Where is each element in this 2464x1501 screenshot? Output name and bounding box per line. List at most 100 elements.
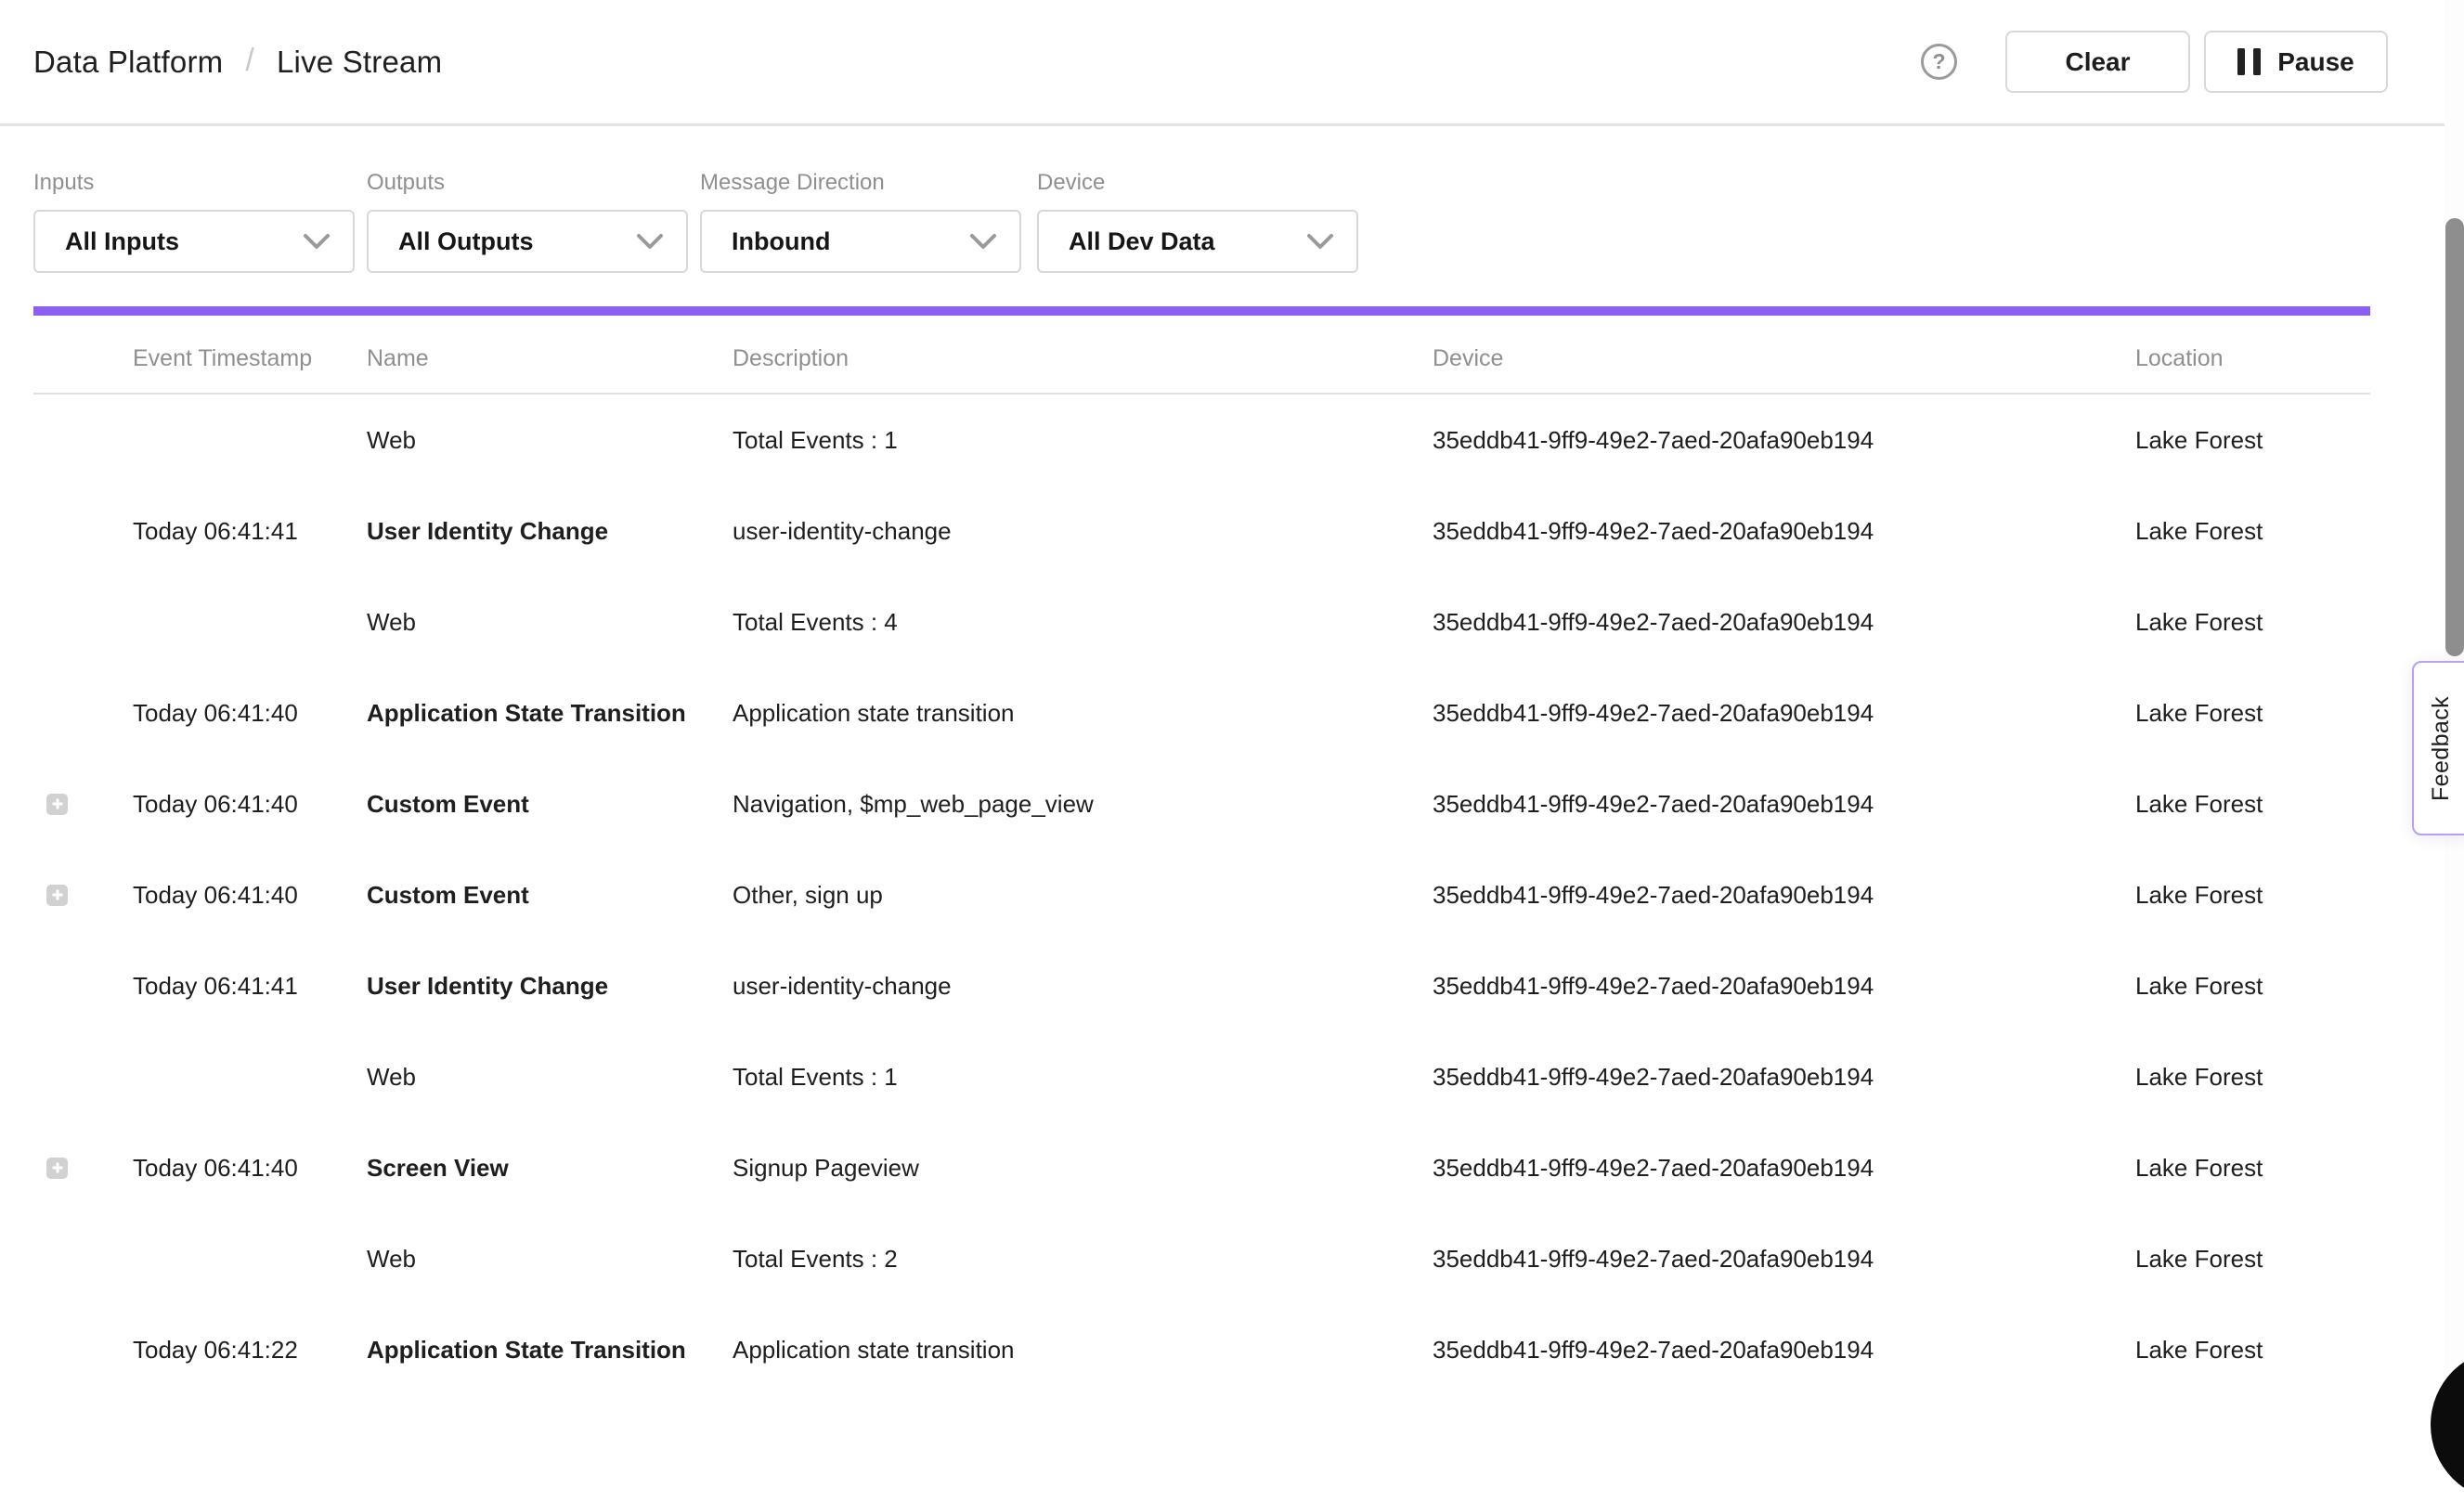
feedback-tab[interactable]: Feedback [2412, 661, 2464, 835]
location-cell: Lake Forest [2135, 1336, 2370, 1365]
location-cell: Lake Forest [2135, 608, 2370, 637]
location-cell: Lake Forest [2135, 972, 2370, 1001]
table-row: Web Total Events : 2 35eddb41-9ff9-49e2-… [33, 1213, 2370, 1304]
table-row: Today 06:41:40 Custom Event Navigation, … [33, 758, 2370, 849]
table-row: Today 06:41:22 Application State Transit… [33, 1304, 2370, 1395]
event-timestamp-cell: Today 06:41:22 [133, 1336, 367, 1365]
event-name-cell: Web [367, 1245, 733, 1274]
table-header: Event Timestamp Name Description Device … [33, 316, 2370, 395]
location-cell: Lake Forest [2135, 1063, 2370, 1092]
event-name-cell: Screen View [367, 1154, 733, 1183]
help-icon[interactable]: ? [1921, 44, 1957, 80]
expand-cell [33, 794, 133, 815]
event-description-cell: Total Events : 4 [733, 608, 1433, 637]
event-description-cell: Total Events : 1 [733, 1063, 1433, 1092]
filter-label: Outputs [367, 169, 688, 197]
column-header-description: Description [733, 345, 1433, 372]
table-row: Today 06:41:41 User Identity Change user… [33, 940, 2370, 1031]
filter-inputs: Inputs All Inputs [33, 169, 355, 273]
device-cell: 35eddb41-9ff9-49e2-7aed-20afa90eb194 [1433, 517, 2135, 546]
expand-row-plus-icon[interactable] [46, 1158, 68, 1179]
column-header-timestamp: Event Timestamp [133, 345, 367, 372]
event-description-cell: user-identity-change [733, 517, 1433, 546]
table-row: Today 06:41:40 Screen View Signup Pagevi… [33, 1122, 2370, 1213]
pause-button[interactable]: Pause [2204, 31, 2388, 93]
help-glyph: ? [1932, 49, 1945, 74]
event-name-cell: Custom Event [367, 790, 733, 819]
chevron-down-icon [969, 233, 997, 251]
event-description-cell: Other, sign up [733, 881, 1433, 910]
expand-row-plus-icon[interactable] [46, 885, 68, 906]
filter-outputs: Outputs All Outputs [367, 169, 688, 273]
location-cell: Lake Forest [2135, 517, 2370, 546]
event-name-cell: Application State Transition [367, 1336, 733, 1365]
location-cell: Lake Forest [2135, 1154, 2370, 1183]
breadcrumb-section[interactable]: Data Platform [33, 45, 223, 80]
filter-label: Device [1037, 169, 1358, 197]
device-cell: 35eddb41-9ff9-49e2-7aed-20afa90eb194 [1433, 1245, 2135, 1274]
device-select[interactable]: All Dev Data [1037, 210, 1358, 273]
column-header-location: Location [2135, 345, 2370, 372]
event-description-cell: user-identity-change [733, 972, 1433, 1001]
event-timestamp-cell: Today 06:41:40 [133, 1154, 367, 1183]
table-row: Today 06:41:40 Custom Event Other, sign … [33, 849, 2370, 940]
event-timestamp-cell: Today 06:41:40 [133, 699, 367, 728]
expand-row-plus-icon[interactable] [46, 794, 68, 815]
filter-label: Inputs [33, 169, 355, 197]
chevron-down-icon [1306, 233, 1334, 251]
event-name-cell: User Identity Change [367, 517, 733, 546]
filter-device: Device All Dev Data [1037, 169, 1358, 273]
event-description-cell: Navigation, $mp_web_page_view [733, 790, 1433, 819]
event-name-cell: Web [367, 1063, 733, 1092]
device-cell: 35eddb41-9ff9-49e2-7aed-20afa90eb194 [1433, 426, 2135, 455]
message-direction-select[interactable]: Inbound [700, 210, 1021, 273]
select-value: All Inputs [65, 227, 179, 256]
filters-bar: Inputs All Inputs Outputs All Outputs Me… [0, 169, 2464, 273]
event-description-cell: Application state transition [733, 699, 1433, 728]
event-name-cell: Web [367, 426, 733, 455]
app-header: Data Platform / Live Stream ? Clear Paus… [0, 0, 2464, 126]
event-description-cell: Application state transition [733, 1336, 1433, 1365]
location-cell: Lake Forest [2135, 790, 2370, 819]
event-timestamp-cell: Today 06:41:41 [133, 972, 367, 1001]
header-actions: ? Clear Pause [1921, 31, 2388, 93]
pause-button-label: Pause [2277, 47, 2354, 77]
event-description-cell: Total Events : 2 [733, 1245, 1433, 1274]
filter-label: Message Direction [700, 169, 1021, 197]
event-timestamp-cell: Today 06:41:40 [133, 881, 367, 910]
event-name-cell: Web [367, 608, 733, 637]
table-row: Web Total Events : 1 35eddb41-9ff9-49e2-… [33, 395, 2370, 485]
accent-bar [33, 306, 2370, 316]
filter-message-direction: Message Direction Inbound [700, 169, 1021, 273]
chevron-down-icon [303, 233, 331, 251]
inputs-select[interactable]: All Inputs [33, 210, 355, 273]
event-name-cell: Application State Transition [367, 699, 733, 728]
breadcrumb-page: Live Stream [277, 45, 442, 80]
event-name-cell: Custom Event [367, 881, 733, 910]
device-cell: 35eddb41-9ff9-49e2-7aed-20afa90eb194 [1433, 790, 2135, 819]
select-value: Inbound [732, 227, 830, 256]
location-cell: Lake Forest [2135, 881, 2370, 910]
event-timestamp-cell: Today 06:41:40 [133, 790, 367, 819]
location-cell: Lake Forest [2135, 1245, 2370, 1274]
device-cell: 35eddb41-9ff9-49e2-7aed-20afa90eb194 [1433, 1154, 2135, 1183]
clear-button[interactable]: Clear [2005, 31, 2190, 93]
scrollbar-thumb[interactable] [2445, 218, 2464, 656]
event-timestamp-cell: Today 06:41:41 [133, 517, 367, 546]
chevron-down-icon [636, 233, 664, 251]
select-value: All Dev Data [1069, 227, 1215, 256]
breadcrumb-separator-icon: / [245, 43, 254, 79]
device-cell: 35eddb41-9ff9-49e2-7aed-20afa90eb194 [1433, 881, 2135, 910]
outputs-select[interactable]: All Outputs [367, 210, 688, 273]
location-cell: Lake Forest [2135, 699, 2370, 728]
table-body: Web Total Events : 1 35eddb41-9ff9-49e2-… [33, 395, 2370, 1395]
device-cell: 35eddb41-9ff9-49e2-7aed-20afa90eb194 [1433, 1063, 2135, 1092]
event-description-cell: Total Events : 1 [733, 426, 1433, 455]
table-row: Today 06:41:40 Application State Transit… [33, 667, 2370, 758]
device-cell: 35eddb41-9ff9-49e2-7aed-20afa90eb194 [1433, 1336, 2135, 1365]
select-value: All Outputs [398, 227, 533, 256]
device-cell: 35eddb41-9ff9-49e2-7aed-20afa90eb194 [1433, 608, 2135, 637]
table-row: Web Total Events : 1 35eddb41-9ff9-49e2-… [33, 1031, 2370, 1122]
expand-cell [33, 885, 133, 906]
event-description-cell: Signup Pageview [733, 1154, 1433, 1183]
